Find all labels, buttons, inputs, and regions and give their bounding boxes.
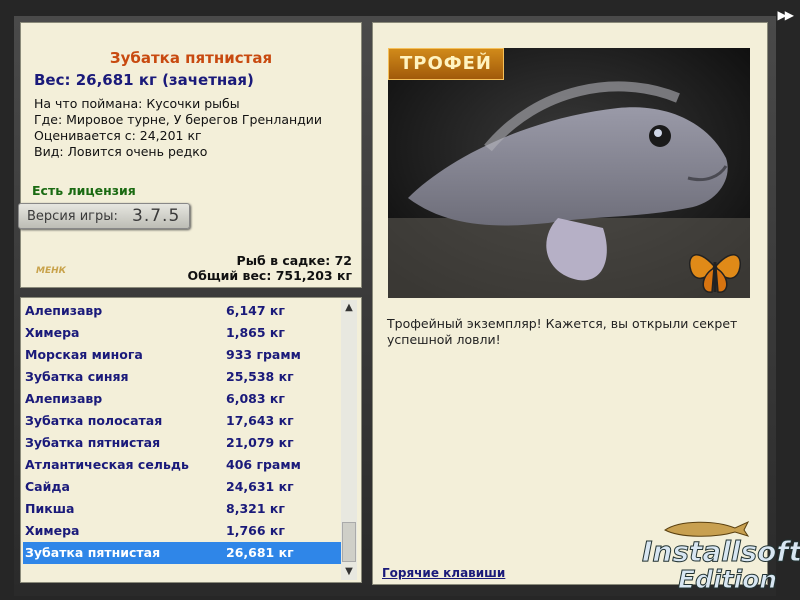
catch-fish-name: Химера [25,523,80,538]
catch-fish-name: Зубатка пятнистая [25,435,161,450]
catch-fish-weight: 933 грамм [226,347,301,362]
catch-fish-weight: 6,147 кг [226,303,285,318]
catch-list-row[interactable]: Зубатка синяя 25,538 кг [23,366,341,388]
catch-fish-weight: 21,079 кг [226,435,294,450]
watermark-line2: Edition [677,565,778,595]
catch-list-row[interactable]: Алепизавр 6,083 кг [23,388,341,410]
trophy-description: Трофейный экземпляр! Кажется, вы открыли… [387,316,738,347]
catch-fish-name: Зубатка синяя [25,369,129,384]
catch-list-row[interactable]: Сайда 24,631 кг [23,476,341,498]
catch-list-row[interactable]: Морская минога 933 грамм [23,344,341,366]
catch-list-row[interactable]: Химера 1,766 кг [23,520,341,542]
catch-fish-name: Алепизавр [25,391,103,406]
fish-name-title: Зубатка пятнистая [109,49,273,67]
watermark-line1: Installsoft [642,535,800,569]
catch-fish-name: Атлантическая сельдь [25,457,189,472]
scroll-thumb[interactable] [342,522,356,562]
catch-fish-weight: 6,083 кг [226,391,285,406]
fish-photo: ТРОФЕЙ [388,48,750,298]
version-label: Версия игры: [27,209,118,224]
list-scrollbar[interactable]: ▲ ▼ [341,300,357,580]
catch-fish-weight: 17,643 кг [226,413,294,428]
catch-info-panel: Зубатка пятнистая Вес: 26,681 кг (зачетн… [20,22,362,288]
catch-fish-name: Алепизавр [25,303,103,318]
scroll-up-icon[interactable]: ▲ [341,300,357,316]
trophy-panel: ТРОФЕЙ Трофейный экземпляр! Кажется, вы … [372,22,768,585]
catch-fish-name: Сайда [25,479,70,494]
trophy-badge: ТРОФЕЙ [388,48,504,80]
catch-fish-name: Химера [25,325,80,340]
license-status: Есть лицензия [32,183,136,198]
skip-button[interactable]: ▶▶ [778,8,795,22]
catch-fish-name: Зубатка полосатая [25,413,163,428]
hotkeys-link[interactable]: Горячие клавиши [382,566,505,580]
total-weight: Общий вес: 751,203 кг [187,268,353,283]
catch-fish-weight: 8,321 кг [226,501,285,516]
menk-logo: МЕНК [36,266,66,276]
rarity-info: Вид: Ловится очень редко [34,144,208,159]
catch-list: Алепизавр 6,147 кг Химера 1,865 кг Морская м… [23,300,341,564]
catch-list-row[interactable]: Зубатка пятнистая 21,079 кг [23,432,341,454]
catch-fish-weight: 25,538 кг [226,369,294,384]
catch-fish-weight: 24,631 кг [226,479,294,494]
scroll-down-icon[interactable]: ▼ [341,564,357,580]
location-info: Где: Мировое турне, У берегов Гренландии [34,112,323,127]
catch-fish-weight: 1,865 кг [226,325,285,340]
catch-fish-weight: 1,766 кг [226,523,285,538]
catch-fish-name: Зубатка пятнистая [25,545,161,560]
catch-fish-weight: 26,681 кг [226,545,294,560]
catch-list-panel: Алепизавр 6,147 кг Химера 1,865 кг Морская м… [20,297,362,583]
valued-from-info: Оценивается с: 24,201 кг [34,128,202,143]
keepnet-count: Рыб в садке: 72 [236,253,352,268]
catch-list-row[interactable]: Пикша 8,321 кг [23,498,341,520]
wolffish-image [388,48,750,298]
catch-list-row[interactable]: Алепизавр 6,147 кг [23,300,341,322]
fish-weight: Вес: 26,681 кг (зачетная) [34,71,254,89]
version-value: 3.7.5 [132,206,181,226]
game-version-badge: Версия игры: 3.7.5 [18,203,190,229]
catch-list-row[interactable]: Зубатка пятнистая 26,681 кг [23,542,341,564]
catch-fish-weight: 406 грамм [226,457,301,472]
catch-fish-name: Пикша [25,501,75,516]
catch-list-row[interactable]: Зубатка полосатая 17,643 кг [23,410,341,432]
bait-info: На что поймана: Кусочки рыбы [34,96,240,111]
catch-list-row[interactable]: Химера 1,865 кг [23,322,341,344]
catch-list-row[interactable]: Атлантическая сельдь 406 грамм [23,454,341,476]
catch-fish-name: Морская минога [25,347,143,362]
